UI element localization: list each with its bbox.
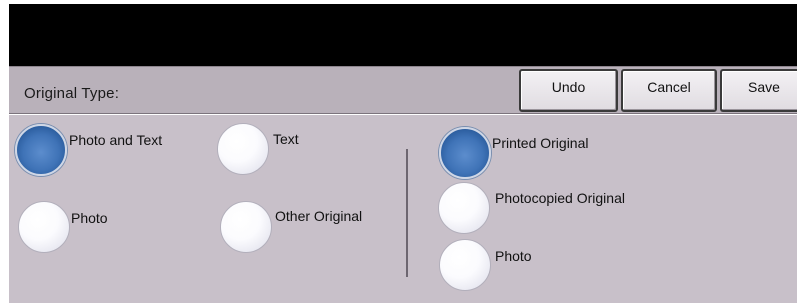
page-title: Original Type: <box>24 85 120 102</box>
radio-selected-icon[interactable] <box>439 127 491 179</box>
option-text[interactable]: Text <box>217 123 337 178</box>
options-panel: Photo and Text Text Photo Other Original… <box>9 115 797 303</box>
group-divider <box>406 149 408 277</box>
header-bar: Original Type: Undo Cancel Save <box>9 66 797 114</box>
option-label: Photo and Text <box>69 132 163 148</box>
option-photo[interactable]: Photo <box>18 201 158 256</box>
save-button[interactable]: Save <box>720 69 797 112</box>
option-label: Photocopied Original <box>495 190 625 206</box>
radio-unselected-icon[interactable] <box>438 182 490 234</box>
undo-button[interactable]: Undo <box>519 69 618 112</box>
option-label: Photo <box>71 210 108 226</box>
radio-selected-icon[interactable] <box>15 124 67 176</box>
cancel-button[interactable]: Cancel <box>621 69 717 112</box>
option-label: Text <box>273 131 299 147</box>
top-black-bar <box>9 4 797 66</box>
option-label: Printed Original <box>492 135 589 151</box>
option-label: Photo <box>495 248 532 264</box>
radio-unselected-icon[interactable] <box>220 201 272 253</box>
option-photocopied-original[interactable]: Photocopied Original <box>438 182 678 237</box>
option-label: Other Original <box>275 208 363 224</box>
radio-unselected-icon[interactable] <box>439 239 491 291</box>
option-photo-and-text[interactable]: Photo and Text <box>15 124 195 179</box>
option-other-original[interactable]: Other Original <box>220 201 390 256</box>
option-printed-original[interactable]: Printed Original <box>439 127 659 182</box>
copier-screen: Original Type: Undo Cancel Save Photo an… <box>0 0 797 303</box>
option-photo-source[interactable]: Photo <box>439 239 579 294</box>
radio-unselected-icon[interactable] <box>217 123 269 175</box>
radio-unselected-icon[interactable] <box>18 201 70 253</box>
